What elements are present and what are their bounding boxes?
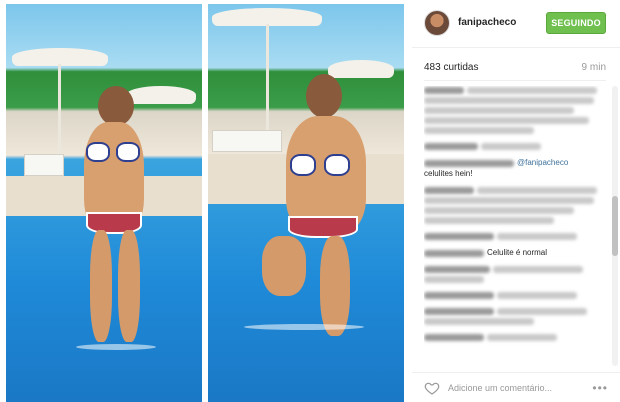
list-item [424, 307, 610, 327]
photo-original [6, 4, 202, 402]
mention-link[interactable]: @fanipacheco [517, 158, 568, 167]
scrollbar-thumb[interactable] [612, 196, 618, 256]
comment-text: Celulite é normal [487, 248, 548, 257]
list-item: Celulite é normal [424, 248, 610, 259]
post-time: 9 min [581, 62, 606, 73]
comments-scrollbar[interactable] [612, 86, 618, 366]
heart-icon[interactable] [424, 380, 440, 396]
post-footer: ••• [412, 372, 620, 402]
comment-text: celulites hein! [424, 169, 473, 178]
post-header: fanipacheco SEGUINDO [412, 0, 620, 48]
post-sidebar: fanipacheco SEGUINDO 483 curtidas 9 min … [412, 0, 620, 402]
comment-input[interactable] [448, 381, 588, 395]
photo-edited [208, 4, 404, 402]
list-item: @fanipacheco celulites hein! [424, 158, 610, 180]
list-item [424, 265, 610, 285]
photo-pane [0, 0, 406, 402]
list-item [424, 186, 610, 226]
more-options-icon[interactable]: ••• [592, 381, 608, 395]
list-item [424, 86, 610, 136]
likes-count[interactable]: 483 curtidas [424, 62, 478, 73]
comments-list: @fanipacheco celulites hein! Celulite é … [424, 86, 610, 366]
username-link[interactable]: fanipacheco [458, 17, 516, 28]
avatar[interactable] [424, 10, 450, 36]
list-item [424, 232, 610, 242]
follow-button[interactable]: SEGUINDO [546, 12, 606, 34]
list-item [424, 333, 610, 343]
list-item [424, 142, 610, 152]
divider [424, 80, 606, 81]
list-item [424, 291, 610, 301]
